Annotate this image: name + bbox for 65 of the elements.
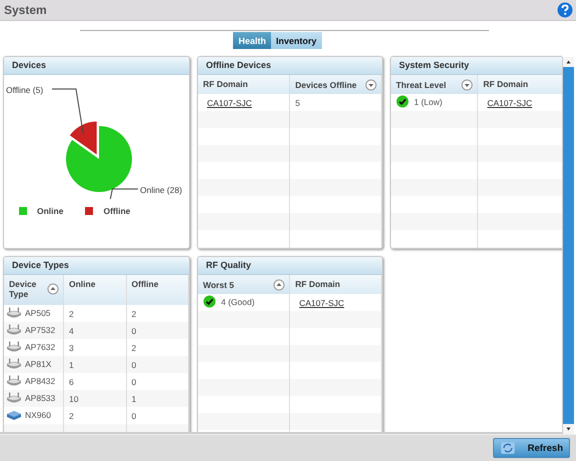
- table-cell: 0: [132, 326, 136, 336]
- panel-title: RF Quality: [198, 257, 382, 275]
- sort-icon[interactable]: [461, 79, 474, 91]
- table-cell: 2: [132, 308, 136, 318]
- panel-title: Device Types: [4, 257, 189, 275]
- column-header[interactable]: RF Domain: [198, 75, 290, 94]
- table-cell: 2: [132, 342, 136, 352]
- table-cell: 6: [69, 376, 74, 386]
- leader-line: [52, 88, 84, 136]
- table-cell: 0: [132, 376, 136, 386]
- domain-link[interactable]: CA107-SJC: [483, 98, 532, 108]
- table-cell: AP8432: [25, 376, 56, 386]
- column-header[interactable]: Online: [64, 275, 126, 305]
- slice-label: Online (28): [140, 185, 182, 195]
- column-header[interactable]: Worst 5: [198, 275, 290, 294]
- leader-line: [110, 188, 138, 200]
- table-cell: AP505: [25, 308, 51, 318]
- table-cell: 2: [69, 308, 74, 318]
- column-header[interactable]: Offline: [126, 275, 188, 305]
- access-point-icon: [6, 340, 22, 352]
- access-point-icon: [6, 374, 22, 386]
- domain-link[interactable]: CA107-SJC: [295, 298, 344, 308]
- column-header[interactable]: RF Domain: [290, 275, 382, 294]
- panel-title: Devices: [4, 57, 189, 75]
- tab[interactable]: Inventory: [271, 32, 322, 49]
- column-header[interactable]: Device Type: [4, 275, 64, 305]
- table-cell: NX960: [25, 410, 51, 420]
- table-cell: AP7532: [25, 324, 56, 334]
- table-cell: 0: [132, 410, 136, 420]
- table-cell: 1 (Low): [414, 96, 442, 106]
- table-cell: 4: [69, 326, 74, 336]
- table-cell: 1: [69, 360, 74, 370]
- table-cell: AP8533: [25, 392, 56, 402]
- sort-icon[interactable]: [365, 79, 377, 91]
- slice-label: Offline (5): [6, 85, 44, 95]
- scroll-up-icon[interactable]: [563, 57, 574, 67]
- refresh-button[interactable]: Refresh: [493, 438, 570, 458]
- panel-title: System Security: [391, 57, 562, 75]
- legend-label: Online: [37, 206, 64, 216]
- column-header[interactable]: Threat Level: [391, 75, 478, 94]
- table-cell: 3: [69, 342, 74, 352]
- table-cell: 1: [132, 394, 136, 404]
- help-icon[interactable]: [557, 2, 573, 18]
- sort-icon[interactable]: [47, 283, 59, 295]
- column-header[interactable]: Devices Offline: [290, 75, 382, 94]
- check-icon: [396, 95, 409, 108]
- column-header[interactable]: RF Domain: [478, 75, 562, 94]
- refresh-icon: [500, 441, 516, 455]
- table-cell: 2: [69, 410, 74, 420]
- check-icon: [203, 295, 216, 308]
- table-cell: 10: [69, 394, 78, 404]
- scroll-down-icon[interactable]: [563, 424, 574, 434]
- legend-label: Offline: [103, 206, 130, 216]
- scrollbar[interactable]: [562, 57, 574, 434]
- panel-title: Offline Devices: [198, 57, 382, 75]
- sort-icon[interactable]: [273, 279, 286, 291]
- table-cell: 5: [295, 98, 300, 108]
- table-cell: 0: [132, 360, 136, 370]
- window-title: System: [4, 3, 47, 17]
- domain-link[interactable]: CA107-SJC: [203, 98, 252, 108]
- table-cell: 4 (Good): [221, 296, 255, 306]
- table-cell: AP7632: [25, 342, 56, 352]
- access-point-icon: [6, 306, 22, 318]
- network-device-icon: [6, 408, 22, 420]
- table-cell: AP81X: [25, 358, 52, 368]
